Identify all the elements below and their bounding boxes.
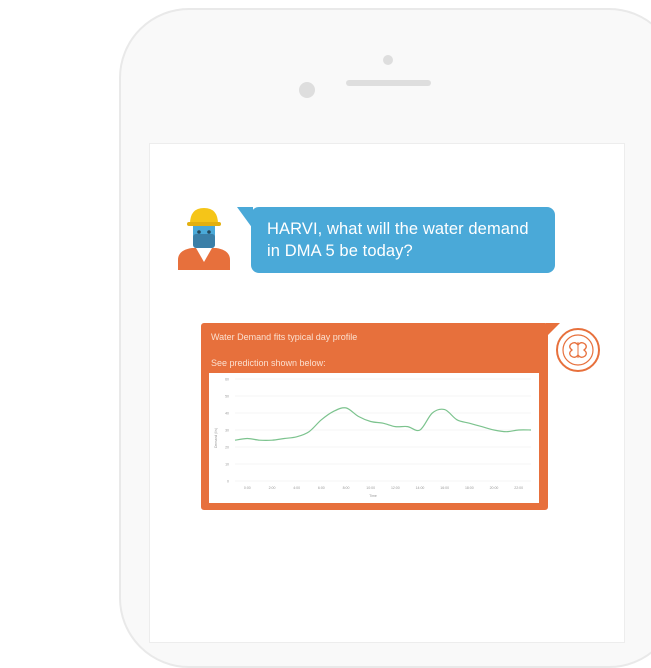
chart-y-axis-label: Demand (l/s) — [214, 428, 218, 448]
chart-x-tick-label: 4:00 — [293, 486, 300, 490]
bot-reply-card: Water Demand fits typical day profile Se… — [201, 323, 548, 510]
chart-x-tick-label: 20:00 — [490, 486, 499, 490]
chart-y-tick-label: 20 — [225, 446, 229, 450]
chart-y-tick-label: 40 — [225, 412, 229, 416]
phone-camera — [299, 82, 315, 98]
chart-y-tick-label: 50 — [225, 395, 229, 399]
harvi-bot-logo-icon — [556, 328, 600, 372]
chart-x-tick-label: 6:00 — [318, 486, 325, 490]
chart-y-tick-label: 10 — [225, 463, 229, 467]
worker-avatar-icon — [178, 208, 230, 270]
chart-x-tick-label: 22:00 — [514, 486, 523, 490]
chart-x-tick-label: 8:00 — [343, 486, 350, 490]
chart-y-tick-label: 60 — [225, 378, 229, 382]
chart-x-tick-label: 14:00 — [416, 486, 425, 490]
chart-x-tick-label: 12:00 — [391, 486, 400, 490]
chart-series-line — [234, 407, 532, 442]
demand-chart: 0 10 20 30 40 50 60 0:00 2:00 4:00 6:00 8:00 10:00 12… — [209, 373, 539, 503]
chart-y-tick-label: 0 — [227, 480, 229, 484]
user-message-bubble: HARVI, what will the water demand in DMA… — [251, 207, 555, 273]
chart-x-tick-label: 18:00 — [465, 486, 474, 490]
chart-x-tick-label: 2:00 — [269, 486, 276, 490]
chart-y-tick-label: 30 — [225, 429, 229, 433]
bot-reply-title: Water Demand fits typical day profile — [211, 332, 358, 342]
chart-x-tick-label: 0:00 — [244, 486, 251, 490]
chart-x-axis-label: Time — [369, 494, 377, 498]
demand-chart-svg: 0 10 20 30 40 50 60 0:00 2:00 4:00 6:00 8:00 10:00 12… — [214, 378, 532, 498]
chart-x-tick-label: 16:00 — [440, 486, 449, 490]
phone-speaker — [346, 80, 431, 86]
bot-reply-subtitle: See prediction shown below: — [211, 358, 326, 368]
chart-x-tick-label: 10:00 — [366, 486, 375, 490]
phone-sensor — [383, 55, 393, 65]
